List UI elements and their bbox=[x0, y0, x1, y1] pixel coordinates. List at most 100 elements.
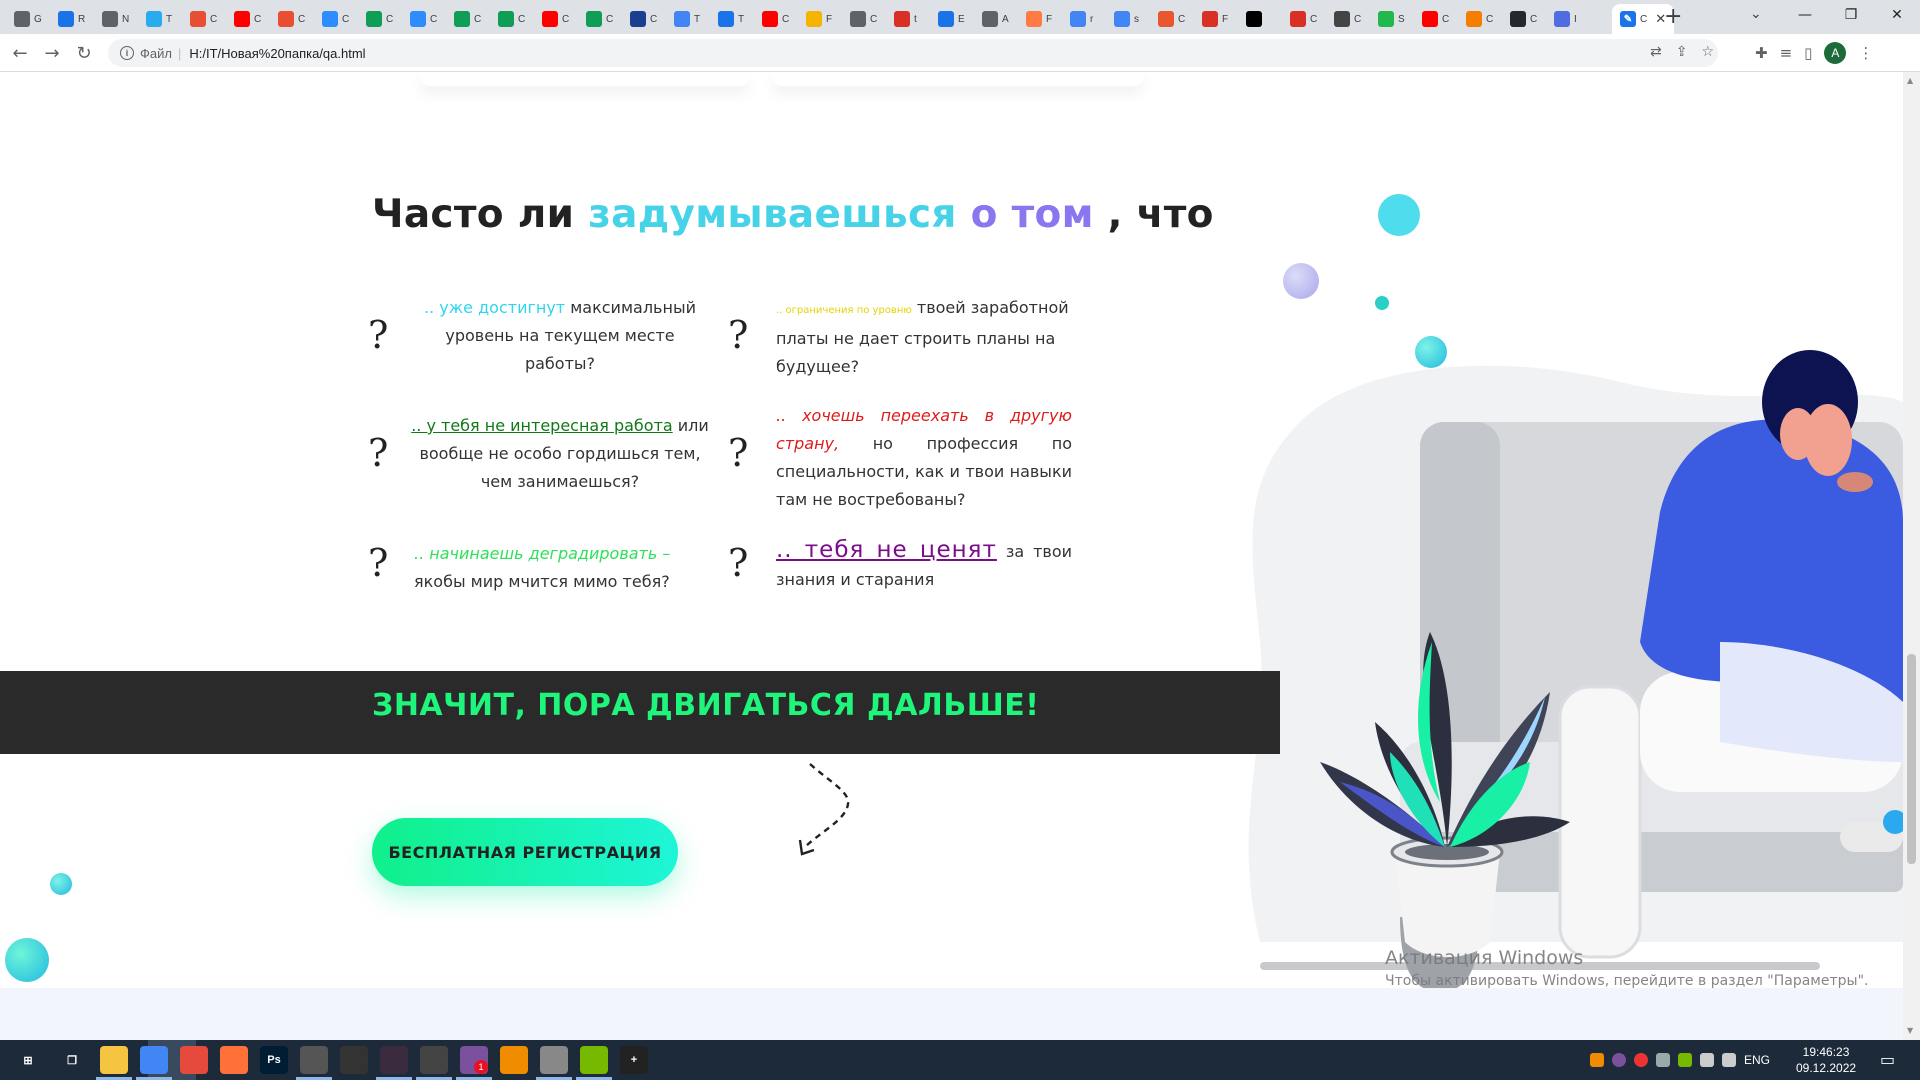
chrome-icon bbox=[982, 11, 998, 27]
browser-tab[interactable]: R bbox=[50, 4, 92, 34]
address-bar[interactable]: i Файл | H:/IT/Новая%20папка/qa.html bbox=[108, 39, 1718, 67]
toolbar-right: ✚ ≡ ▯ A ⋮ bbox=[1755, 42, 1873, 64]
browser-tab[interactable]: C bbox=[182, 4, 224, 34]
browser-tab[interactable]: s bbox=[1106, 4, 1148, 34]
system-clock[interactable]: 19:46:23 09.12.2022 bbox=[1796, 1044, 1856, 1076]
browser-tab[interactable]: C bbox=[226, 4, 268, 34]
game-tray-icon[interactable] bbox=[1656, 1053, 1670, 1067]
browser-tab[interactable]: C bbox=[1282, 4, 1324, 34]
question-highlight[interactable]: .. тебя не ценят bbox=[776, 537, 997, 563]
browser-tab[interactable]: F bbox=[1194, 4, 1236, 34]
app-a-icon bbox=[938, 11, 954, 27]
browser-tab[interactable]: C bbox=[1150, 4, 1192, 34]
browser-tab[interactable]: C bbox=[1414, 4, 1456, 34]
viber-tray-icon[interactable] bbox=[1612, 1053, 1626, 1067]
photoshop-icon[interactable]: Ps bbox=[260, 1046, 288, 1074]
chrome-icon[interactable] bbox=[140, 1046, 168, 1074]
file-explorer-icon[interactable] bbox=[100, 1046, 128, 1074]
reload-button[interactable]: ↻ bbox=[72, 42, 96, 64]
browser-tab[interactable]: F bbox=[798, 4, 840, 34]
browser-tab[interactable]: C bbox=[1458, 4, 1500, 34]
profile-avatar[interactable]: A bbox=[1824, 42, 1847, 64]
tab-search-icon[interactable]: ⌄ bbox=[1750, 6, 1762, 22]
scroll-down-icon[interactable]: ▼ bbox=[1907, 1026, 1913, 1035]
app-bird-icon[interactable] bbox=[540, 1046, 568, 1074]
reading-list-icon[interactable]: ≡ bbox=[1780, 44, 1793, 62]
maximize-button[interactable]: ❐ bbox=[1828, 0, 1874, 30]
browser-tab[interactable]: S bbox=[1370, 4, 1412, 34]
blogger-icon bbox=[1466, 11, 1482, 27]
free-registration-button[interactable]: БЕСПЛАТНАЯ РЕГИСТРАЦИЯ bbox=[372, 818, 678, 886]
browser-tab[interactable]: C bbox=[842, 4, 884, 34]
firefox-icon[interactable] bbox=[220, 1046, 248, 1074]
browser-tab[interactable]: I bbox=[1546, 4, 1588, 34]
scroll-up-icon[interactable]: ▲ bbox=[1907, 76, 1913, 85]
share-icon[interactable]: ⇪ bbox=[1676, 44, 1688, 60]
vlc-icon[interactable] bbox=[500, 1046, 528, 1074]
game-tanks-icon[interactable] bbox=[300, 1046, 328, 1074]
tab-title: C bbox=[782, 13, 790, 25]
game-tanks2-icon[interactable] bbox=[420, 1046, 448, 1074]
browser-tab[interactable]: E bbox=[930, 4, 972, 34]
forward-button[interactable]: → bbox=[40, 42, 64, 64]
scrollbar-thumb[interactable] bbox=[1907, 654, 1916, 864]
browser-tab[interactable]: C bbox=[402, 4, 444, 34]
language-indicator[interactable]: ENG bbox=[1744, 1053, 1770, 1067]
network-icon[interactable] bbox=[1700, 1053, 1714, 1067]
browser-tab[interactable] bbox=[1238, 4, 1280, 34]
browser-tab[interactable]: C bbox=[622, 4, 664, 34]
xx-icon bbox=[1202, 11, 1218, 27]
game-dark-icon[interactable] bbox=[380, 1046, 408, 1074]
side-panel-icon[interactable]: ▯ bbox=[1804, 44, 1812, 62]
browser-tab[interactable]: C bbox=[578, 4, 620, 34]
browser-tab[interactable]: r bbox=[1062, 4, 1104, 34]
windows-taskbar: ⊞ ❐ Ps +1 ENG 19:46:23 09.12.2022 ▭ bbox=[0, 1040, 1920, 1080]
notification-center-icon[interactable]: ▭ bbox=[1880, 1050, 1895, 1069]
extensions-icon[interactable]: ✚ bbox=[1755, 44, 1768, 62]
url-text[interactable]: H:/IT/Новая%20папка/qa.html bbox=[189, 46, 365, 61]
translate-icon[interactable]: ⇄ bbox=[1650, 44, 1662, 60]
browser-tab[interactable]: T bbox=[138, 4, 180, 34]
browser-tab[interactable]: C bbox=[1502, 4, 1544, 34]
chrome-icon bbox=[14, 11, 30, 27]
tab-title: C bbox=[562, 13, 570, 25]
question-highlight[interactable]: .. у тебя не интересная работа bbox=[411, 416, 672, 435]
windows-start-icon[interactable]: ⊞ bbox=[14, 1046, 42, 1074]
browser-tab[interactable]: C bbox=[270, 4, 312, 34]
volume-icon[interactable] bbox=[1722, 1053, 1736, 1067]
browser-tab[interactable]: C bbox=[314, 4, 356, 34]
app-plus-icon[interactable]: + bbox=[620, 1046, 648, 1074]
menu-icon[interactable]: ⋮ bbox=[1858, 44, 1873, 62]
browser-tab[interactable]: F bbox=[1018, 4, 1060, 34]
browser-tab[interactable]: t bbox=[886, 4, 928, 34]
browser-tab[interactable]: T bbox=[710, 4, 752, 34]
tab-title: C bbox=[1530, 13, 1538, 25]
app-tray-icon[interactable] bbox=[1634, 1053, 1648, 1067]
minimize-button[interactable]: — bbox=[1782, 0, 1828, 30]
nvidia-tray-icon[interactable] bbox=[1678, 1053, 1692, 1067]
close-window-button[interactable]: ✕ bbox=[1874, 0, 1920, 30]
git-icon bbox=[278, 11, 294, 27]
browser-tab[interactable]: N bbox=[94, 4, 136, 34]
wiki-icon bbox=[1334, 11, 1350, 27]
back-button[interactable]: ← bbox=[8, 42, 32, 64]
browser-tab[interactable]: C bbox=[534, 4, 576, 34]
browser-tab[interactable]: A bbox=[974, 4, 1016, 34]
bookmark-star-icon[interactable]: ☆ bbox=[1701, 44, 1714, 60]
task-view-icon[interactable]: ❐ bbox=[58, 1046, 86, 1074]
browser-tab[interactable]: T bbox=[666, 4, 708, 34]
windows-activation-watermark: Активация Windows Чтобы активировать Win… bbox=[1385, 947, 1868, 989]
game-crest-icon[interactable] bbox=[340, 1046, 368, 1074]
new-tab-button[interactable]: + bbox=[1664, 6, 1682, 28]
app-red-icon[interactable] bbox=[180, 1046, 208, 1074]
notepad-plus-icon[interactable] bbox=[580, 1046, 608, 1074]
browser-tab[interactable]: C bbox=[490, 4, 532, 34]
browser-tab[interactable]: C bbox=[358, 4, 400, 34]
browser-tab[interactable]: C bbox=[1326, 4, 1368, 34]
page-scrollbar[interactable]: ▲ ▼ bbox=[1903, 72, 1920, 1040]
browser-tab[interactable]: G bbox=[6, 4, 48, 34]
vlc-tray-icon[interactable] bbox=[1590, 1053, 1604, 1067]
browser-tab[interactable]: C bbox=[754, 4, 796, 34]
site-info-icon[interactable]: i bbox=[120, 46, 134, 60]
browser-tab[interactable]: C bbox=[446, 4, 488, 34]
